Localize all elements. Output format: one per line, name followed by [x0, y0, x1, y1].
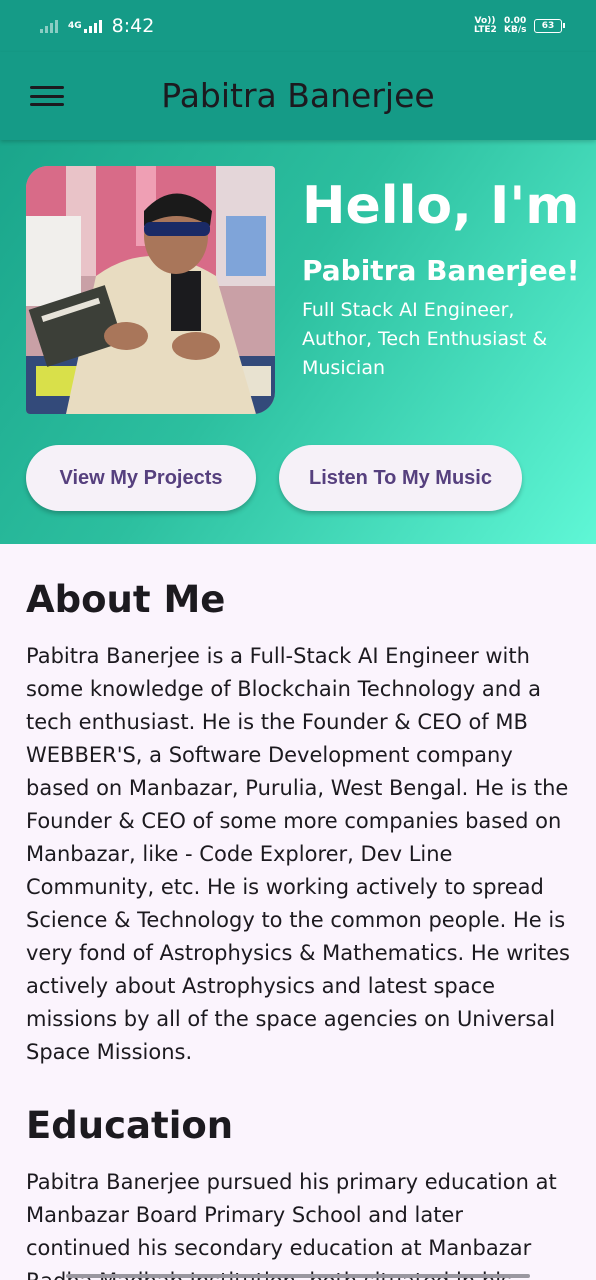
status-bar: 4G 8:42 Vo)) LTE2 0.00 KB/s 63	[0, 0, 596, 52]
app-title: Pabitra Banerjee	[161, 76, 435, 115]
hero-tagline: Full Stack AI Engineer, Author, Tech Ent…	[302, 299, 548, 379]
status-time: 8:42	[111, 15, 155, 37]
status-bar-left: 4G 8:42	[40, 15, 474, 37]
app-bar: Pabitra Banerjee	[0, 52, 596, 140]
battery-level: 63	[541, 21, 555, 31]
signal-sim1-icon	[40, 19, 58, 33]
listen-music-button[interactable]: Listen To My Music	[279, 445, 522, 511]
volte-indicator: Vo)) LTE2	[474, 16, 497, 35]
hero-section: Hello, I'm Pabitra Banerjee! Full Stack …	[0, 140, 596, 544]
signal-sim2-icon	[83, 19, 102, 33]
profile-photo-illustration	[26, 166, 275, 414]
view-projects-button[interactable]: View My Projects	[26, 445, 256, 511]
about-text: Pabitra Banerjee is a Full-Stack AI Engi…	[26, 644, 570, 1064]
hero-name: Pabitra Banerjee!	[302, 254, 580, 287]
gesture-nav-handle[interactable]	[66, 1274, 530, 1278]
hero-greeting: Hello, I'm	[302, 176, 580, 236]
network-speed: 0.00 KB/s	[504, 16, 527, 35]
education-heading: Education	[26, 1104, 234, 1147]
profile-photo	[26, 166, 275, 414]
hamburger-menu-icon[interactable]	[30, 83, 64, 109]
battery-icon: 63	[534, 19, 565, 33]
network-type: 4G	[68, 21, 82, 31]
status-bar-right: Vo)) LTE2 0.00 KB/s 63	[474, 16, 565, 35]
education-text: Pabitra Banerjee pursued his primary edu…	[26, 1170, 557, 1280]
about-heading: About Me	[26, 578, 226, 621]
